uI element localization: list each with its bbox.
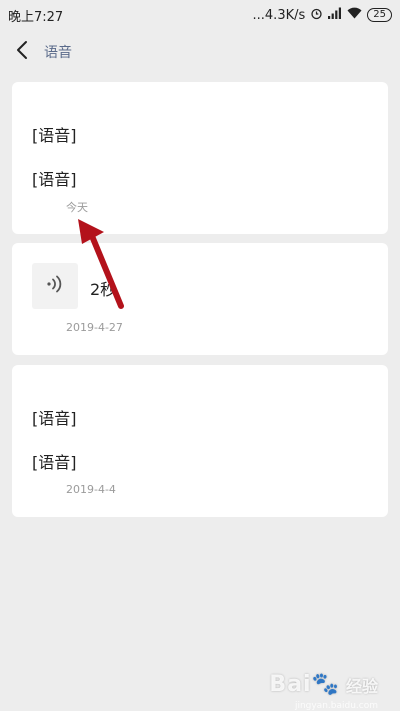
wifi-icon (347, 7, 362, 23)
status-time: 晚上7:27 (8, 9, 64, 25)
status-bar: 晚上7:27 ...4.3K/s 25 (0, 0, 400, 30)
voice-duration: 2秒 (90, 280, 117, 299)
battery-icon: 25 (367, 8, 392, 22)
note-line: [语音] (32, 170, 77, 189)
note-date: 2019-4-27 (66, 321, 123, 334)
note-date: 2019-4-4 (66, 483, 116, 496)
network-speed: ...4.3K/s (252, 7, 306, 23)
note-line: [语音] (32, 126, 77, 145)
status-icons: ...4.3K/s 25 (253, 7, 392, 24)
note-line: [语音] (32, 409, 77, 428)
chevron-left-icon (16, 40, 28, 64)
note-card[interactable]: [语音] [语音] 今天 (12, 82, 388, 234)
note-card[interactable]: [语音] [语音] 2019-4-4 (12, 365, 388, 517)
back-button[interactable] (4, 30, 40, 74)
voice-play-button[interactable] (32, 263, 78, 309)
nav-bar: 语音 (0, 30, 400, 74)
watermark-brand: 经验 (345, 676, 378, 696)
watermark-logo: Bai🐾 (269, 672, 340, 697)
watermark: Bai🐾 经验 (269, 672, 378, 697)
signal-icon (328, 7, 342, 23)
note-date: 今天 (66, 201, 88, 214)
page-title: 语音 (44, 45, 72, 61)
voice-icon (45, 274, 65, 298)
alarm-icon (310, 7, 323, 24)
voice-note-card[interactable]: 2秒 2019-4-27 (12, 243, 388, 355)
watermark-url: jingyan.baidu.com (294, 701, 378, 711)
note-line: [语音] (32, 453, 77, 472)
